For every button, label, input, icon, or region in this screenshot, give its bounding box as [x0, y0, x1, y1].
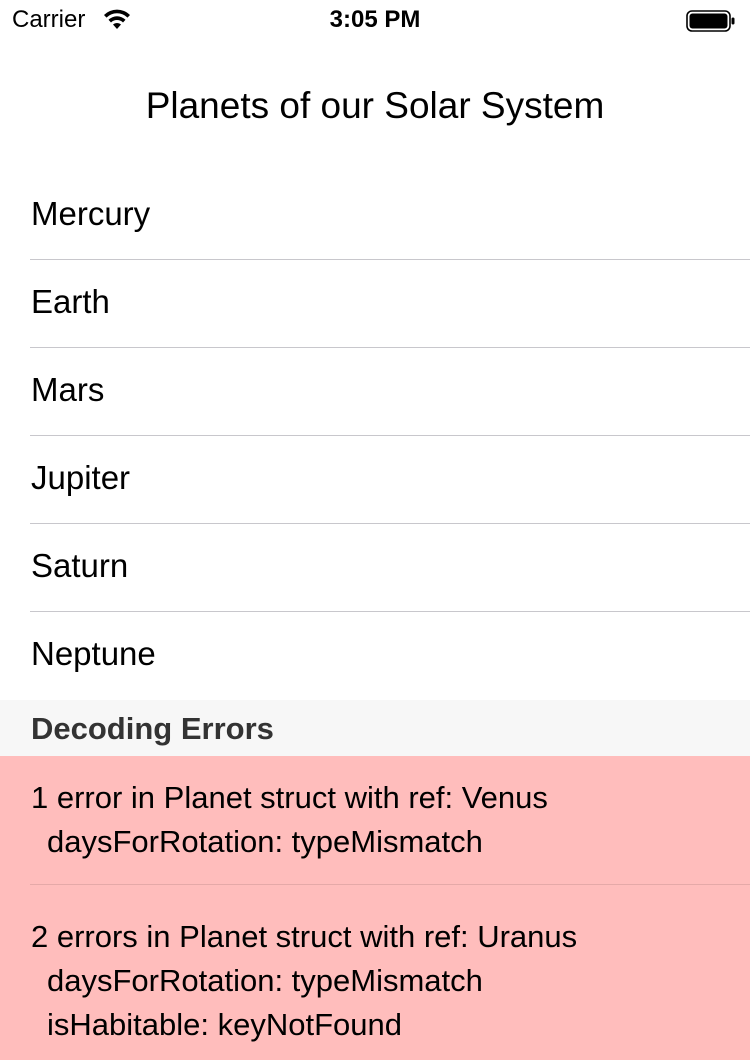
planet-list: Mercury Earth Mars Jupiter Saturn Neptun…: [0, 172, 750, 700]
planet-name: Earth: [31, 283, 110, 320]
error-detail: daysForRotation: typeMismatch: [47, 963, 483, 998]
error-summary: 2 errors in Planet struct with ref: Uran…: [31, 919, 578, 954]
list-item[interactable]: Saturn: [0, 524, 750, 612]
section-header-decoding-errors: Decoding Errors: [0, 700, 750, 756]
planet-name: Mercury: [31, 195, 151, 232]
list-item[interactable]: Mars: [0, 348, 750, 436]
planet-name: Jupiter: [31, 459, 131, 496]
error-list: 1 error in Planet struct with ref: Venus…: [0, 756, 750, 1060]
planet-name: Mars: [31, 371, 105, 408]
page-title: Planets of our Solar System: [145, 85, 605, 126]
planet-name: Saturn: [31, 547, 129, 584]
list-item[interactable]: Mercury: [0, 172, 750, 260]
planet-name: Neptune: [31, 635, 156, 672]
clock-time: 3:05 PM: [329, 6, 421, 33]
list-item[interactable]: Neptune: [0, 612, 750, 700]
list-item[interactable]: Earth: [0, 260, 750, 348]
error-item-uranus[interactable]: 2 errors in Planet struct with ref: Uran…: [0, 885, 750, 1060]
battery-icon: [686, 10, 735, 32]
error-detail: isHabitable: keyNotFound: [47, 1007, 402, 1042]
error-item-venus[interactable]: 1 error in Planet struct with ref: Venus…: [0, 756, 750, 885]
error-detail: daysForRotation: typeMismatch: [47, 824, 483, 859]
list-item[interactable]: Jupiter: [0, 436, 750, 524]
status-bar: Carrier 3:05 PM: [0, 0, 750, 40]
section-header-label: Decoding Errors: [31, 711, 274, 746]
error-summary: 1 error in Planet struct with ref: Venus: [31, 780, 548, 815]
